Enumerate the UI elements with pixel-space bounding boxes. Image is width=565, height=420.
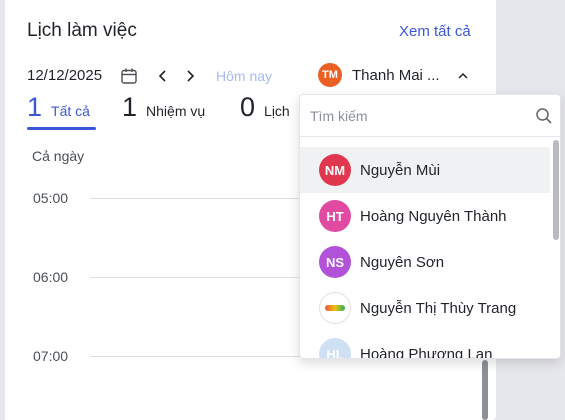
tab-count: 0 [240,92,256,122]
user-name: Nguyễn Thị Thùy Trang [360,299,517,317]
avatar: HL [319,338,351,358]
chevron-right-icon[interactable] [182,66,198,86]
user-name: Nguyên Sơn [360,253,445,271]
search-field [300,95,560,137]
list-item[interactable]: NS Nguyên Sơn [300,239,550,285]
tab-label: Nhiệm vụ [146,103,206,119]
user-dropdown: NM Nguyễn Mùi HT Hoàng Nguyên Thành NS N… [299,94,561,359]
time-label: 07:00 [33,348,69,364]
today-button[interactable]: Hôm nay [216,68,272,84]
list-item[interactable]: HL Hoàng Phượng Lan [300,331,550,359]
list-item[interactable]: HT Hoàng Nguyên Thành [300,193,550,239]
avatar[interactable]: TM [318,63,342,87]
calendar-icon[interactable] [120,67,138,85]
company-logo-icon [319,292,351,324]
tab-label: Tất cả [51,103,90,119]
search-input[interactable] [310,104,520,128]
tab-tasks[interactable]: 1 Nhiệm vụ [122,92,205,123]
avatar: HT [319,200,351,232]
chevron-left-icon[interactable] [155,66,171,86]
tab-all[interactable]: 1 Tất cả [27,92,90,123]
user-name: Nguyễn Mùi [360,161,441,179]
avatar: NS [319,246,351,278]
search-icon[interactable] [535,107,553,125]
date-display[interactable]: 12/12/2025 [27,67,102,84]
user-name: Hoàng Phượng Lan [360,345,493,359]
scrollbar[interactable] [482,360,488,420]
time-label: 06:00 [33,269,69,285]
scrollbar[interactable] [553,140,559,240]
tab-count: 1 [122,92,138,122]
see-all-link[interactable]: Xem tất cả [399,23,471,40]
list-item[interactable]: NM Nguyễn Mùi [300,147,550,193]
avatar: NM [319,154,351,186]
tab-count: 1 [27,92,43,122]
card-title: Lịch làm việc [27,20,137,41]
chevron-up-icon[interactable] [456,69,470,83]
user-selector-name[interactable]: Thanh Mai ... [352,67,440,84]
user-list: NM Nguyễn Mùi HT Hoàng Nguyên Thành NS N… [300,147,560,359]
tab-label: Lịch [264,103,290,119]
all-day-label: Cả ngày [32,148,85,164]
time-label: 05:00 [33,190,69,206]
list-item[interactable]: Nguyễn Thị Thùy Trang [300,285,550,331]
tab-calendar[interactable]: 0 Lịch [240,92,290,123]
active-tab-indicator [27,127,96,130]
user-name: Hoàng Nguyên Thành [360,207,507,225]
